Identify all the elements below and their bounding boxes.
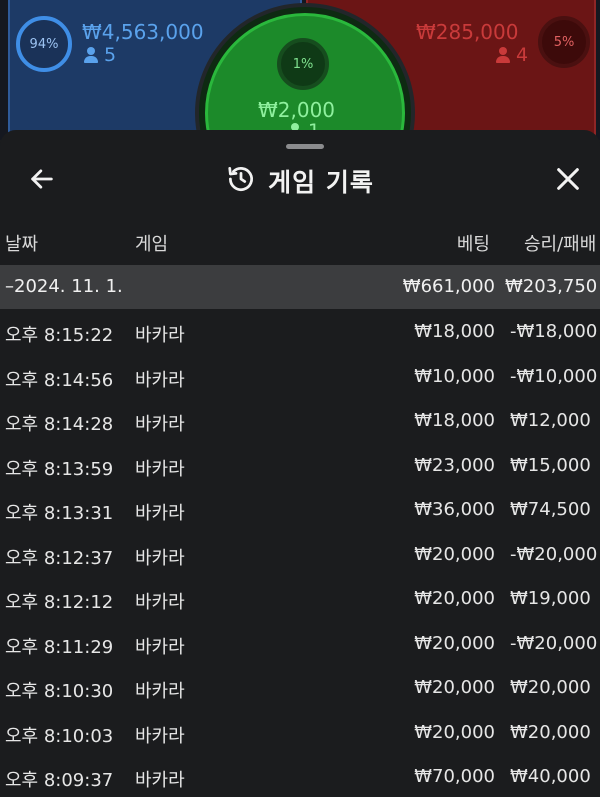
banker-amount: ₩285,000 [416, 20, 519, 44]
row-bet: ₩18,000 [414, 321, 495, 342]
row-bet: ₩20,000 [414, 543, 495, 565]
banker-percent-ring: 5% [538, 16, 590, 68]
row-result: ₩15,000 [510, 454, 591, 476]
row-game: 바카라 [135, 592, 185, 613]
table-row[interactable]: 오후 8:13:59 바카라 ₩23,000 ₩15,000 [0, 443, 600, 488]
tie-percent: 1% [292, 56, 314, 72]
table-row[interactable]: 오후 8:10:30 바카라 ₩20,000 ₩20,000 [0, 665, 600, 710]
row-bet: ₩20,000 [414, 677, 495, 698]
column-game[interactable]: 게임 [135, 230, 168, 256]
group-result-total: ₩203,750 [505, 276, 598, 297]
row-result: ₩20,000 [510, 677, 591, 698]
row-time: 오후 8:12:37 [5, 547, 114, 569]
table-row[interactable]: 오후 8:13:31 바카라 ₩36,000 ₩74,500 [0, 487, 600, 532]
table-row[interactable]: 오후 8:12:12 바카라 ₩20,000 ₩19,000 [0, 576, 600, 621]
close-button[interactable] [548, 162, 588, 200]
row-bet: ₩20,000 [414, 721, 495, 743]
row-game: 바카라 [135, 503, 185, 524]
row-result: ₩19,000 [510, 588, 591, 609]
betting-board: 94% ₩4,563,000 5 1% ₩2,000 1 ₩285,000 4 … [0, 0, 600, 140]
row-bet: ₩20,000 [414, 632, 495, 654]
page-title: 게임 기록 [268, 168, 374, 197]
row-time: 오후 8:09:37 [5, 770, 114, 791]
row-time: 오후 8:13:59 [5, 458, 114, 480]
row-result: ₩12,000 [510, 410, 591, 431]
table-row[interactable]: 오후 8:11:29 바카라 ₩20,000 -₩20,000 [0, 621, 600, 666]
banker-count: 4 [496, 44, 528, 66]
history-rows: 오후 8:15:22 바카라 ₩18,000 -₩18,000 오후 8:14:56 바… [0, 309, 600, 797]
person-icon [496, 47, 510, 63]
table-row[interactable]: 오후 8:14:28 바카라 ₩18,000 ₩12,000 [0, 398, 600, 443]
table-row[interactable]: 오후 8:15:22 바카라 ₩18,000 -₩18,000 [0, 309, 600, 354]
arrow-left-icon [28, 165, 56, 197]
row-result: -₩20,000 [510, 543, 598, 565]
group-bet-total: ₩661,000 [402, 276, 495, 297]
row-result: ₩74,500 [510, 499, 591, 520]
row-time: 오후 8:14:56 [5, 369, 114, 391]
history-icon [226, 164, 256, 198]
drag-handle[interactable] [286, 144, 324, 149]
row-time: 오후 8:12:12 [5, 592, 114, 613]
row-game: 바카라 [135, 770, 185, 791]
row-game: 바카라 [135, 369, 185, 391]
row-result: -₩20,000 [510, 632, 598, 654]
game-history-sheet: 게임 기록 날짜 게임 베팅 승리/패배 –2024. 11. 1. ₩661,… [0, 130, 600, 797]
person-icon [84, 47, 98, 63]
banker-percent: 5% [553, 34, 575, 50]
tie-percent-ring: 1% [277, 38, 329, 90]
table-row[interactable]: 오후 8:14:56 바카라 ₩10,000 -₩10,000 [0, 354, 600, 399]
row-bet: ₩18,000 [414, 410, 495, 431]
back-button[interactable] [22, 164, 62, 198]
row-game: 바카라 [135, 636, 185, 658]
column-result[interactable]: 승리/패배 [524, 230, 596, 256]
row-time: 오후 8:10:30 [5, 681, 114, 702]
row-time: 오후 8:13:31 [5, 503, 114, 524]
player-percent-ring: 94% [16, 16, 72, 72]
table-row[interactable]: 오후 8:12:37 바카라 ₩20,000 -₩20,000 [0, 532, 600, 577]
row-bet: ₩36,000 [414, 499, 495, 520]
column-bet[interactable]: 베팅 [457, 230, 490, 256]
row-game: 바카라 [135, 325, 185, 346]
title-group: 게임 기록 [0, 158, 600, 204]
row-bet: ₩10,000 [414, 365, 495, 387]
group-date: –2024. 11. 1. [5, 276, 123, 297]
column-date[interactable]: 날짜 [5, 230, 38, 256]
table-row[interactable]: 오후 8:09:37 바카라 ₩70,000 ₩40,000 [0, 754, 600, 797]
row-game: 바카라 [135, 681, 185, 702]
row-time: 오후 8:11:29 [5, 636, 114, 658]
row-result: -₩10,000 [510, 365, 598, 387]
tie-amount: ₩2,000 [258, 98, 336, 122]
row-result: ₩40,000 [510, 766, 591, 787]
row-time: 오후 8:15:22 [5, 325, 114, 346]
row-game: 바카라 [135, 725, 185, 747]
date-group-row[interactable]: –2024. 11. 1. ₩661,000 ₩203,750 [0, 265, 600, 309]
close-icon [554, 165, 582, 197]
player-count: 5 [84, 44, 116, 66]
sheet-header: 게임 기록 [0, 158, 600, 204]
table-row[interactable]: 오후 8:10:03 바카라 ₩20,000 ₩20,000 [0, 710, 600, 755]
row-result: -₩18,000 [510, 321, 598, 342]
row-bet: ₩23,000 [414, 454, 495, 476]
row-time: 오후 8:10:03 [5, 725, 114, 747]
table-header: 날짜 게임 베팅 승리/패배 [0, 226, 600, 256]
row-game: 바카라 [135, 547, 185, 569]
player-amount: ₩4,563,000 [82, 20, 204, 44]
player-percent: 94% [29, 36, 59, 52]
row-game: 바카라 [135, 458, 185, 480]
row-bet: ₩70,000 [414, 766, 495, 787]
row-result: ₩20,000 [510, 721, 591, 743]
row-bet: ₩20,000 [414, 588, 495, 609]
row-game: 바카라 [135, 414, 185, 435]
row-time: 오후 8:14:28 [5, 414, 114, 435]
